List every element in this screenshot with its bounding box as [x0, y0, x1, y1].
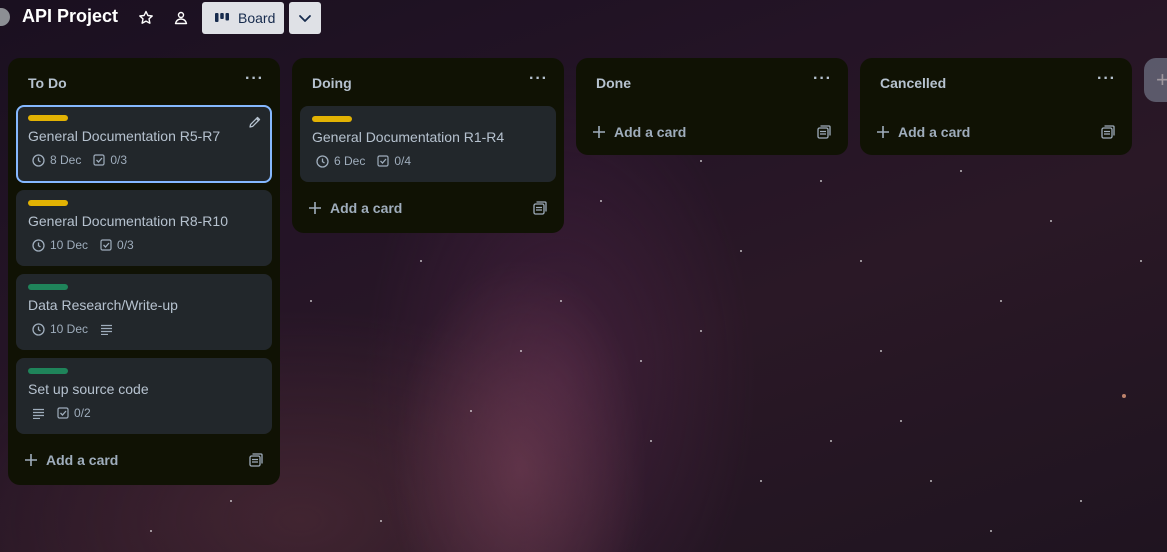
workspace-avatar[interactable]	[0, 8, 10, 26]
add-list-button[interactable]: +	[1144, 58, 1167, 102]
list-title[interactable]: Cancelled	[880, 75, 946, 91]
card-item[interactable]: Data Research/Write-up 10 Dec	[16, 274, 272, 350]
checklist-icon	[93, 154, 105, 166]
list-cancelled: Cancelled ··· Add a card	[860, 58, 1132, 155]
checklist-badge: 0/2	[57, 406, 91, 420]
card-badges: 8 Dec 0/3	[32, 153, 133, 167]
card-title: Set up source code	[28, 381, 149, 397]
card-item[interactable]: Set up source code 0/2	[16, 358, 272, 434]
card-title: General Documentation R5-R7	[28, 128, 221, 144]
card-badges: 6 Dec 0/4	[316, 154, 417, 168]
checklist-count: 0/3	[110, 153, 128, 167]
plus-icon	[308, 201, 322, 215]
list-menu-button[interactable]: ···	[1097, 70, 1116, 88]
add-card-button[interactable]: Add a card	[308, 192, 402, 224]
checklist-badge: 0/3	[100, 238, 134, 252]
card-item[interactable]: General Documentation R1-R4 6 Dec 0/4	[300, 106, 556, 182]
add-card-label: Add a card	[330, 200, 403, 216]
card-template-icon[interactable]	[816, 124, 832, 140]
plus-icon	[876, 125, 890, 139]
add-card-label: Add a card	[46, 452, 119, 468]
due-date-badge[interactable]: 10 Dec	[32, 322, 88, 336]
card-badges: 10 Dec 0/3	[32, 238, 140, 252]
board-view-button[interactable]: Board	[202, 2, 284, 34]
card-template-icon[interactable]	[248, 452, 264, 468]
view-dropdown-button[interactable]	[289, 2, 321, 34]
list-title[interactable]: Doing	[312, 75, 352, 91]
card-title: Data Research/Write-up	[28, 297, 178, 313]
card-label[interactable]	[28, 115, 68, 121]
board-view-label: Board	[238, 10, 276, 26]
card-label[interactable]	[28, 368, 68, 374]
checklist-count: 0/2	[74, 406, 91, 420]
list-header: Doing ···	[292, 58, 564, 106]
edit-icon[interactable]	[248, 115, 262, 129]
checklist-count: 0/3	[117, 238, 134, 252]
checklist-count: 0/4	[394, 154, 412, 168]
list-done: Done ··· Add a card	[576, 58, 848, 155]
card-item[interactable]: General Documentation R5-R7 8 Dec 0/3	[16, 105, 272, 183]
card-template-icon[interactable]	[532, 200, 548, 216]
checklist-icon	[377, 155, 389, 167]
add-card-button[interactable]: Add a card	[24, 444, 118, 476]
list-menu-button[interactable]: ···	[245, 70, 264, 88]
add-card-button[interactable]: Add a card	[876, 116, 970, 148]
checklist-icon	[57, 407, 69, 419]
card-template-icon[interactable]	[1100, 124, 1116, 140]
chevron-down-icon	[297, 10, 313, 26]
add-card-button[interactable]: Add a card	[592, 116, 686, 148]
description-icon	[100, 324, 113, 335]
checklist-badge: 0/4	[377, 154, 411, 168]
card-item[interactable]: General Documentation R8-R10 10 Dec 0/3	[16, 190, 272, 266]
plus-icon	[592, 125, 606, 139]
list-title[interactable]: To Do	[28, 75, 67, 91]
list-menu-button[interactable]: ···	[813, 70, 832, 88]
list-doing: Doing ··· General Documentation R1-R4 6 …	[292, 58, 564, 233]
due-date-badge[interactable]: 8 Dec	[32, 153, 81, 167]
clock-icon	[316, 154, 329, 168]
list-header: Done ···	[576, 58, 848, 106]
board-view-icon	[214, 11, 230, 25]
plus-icon	[24, 453, 38, 467]
card-title: General Documentation R8-R10	[28, 213, 228, 229]
board-title[interactable]: API Project	[22, 6, 118, 27]
card-badges: 10 Dec	[32, 322, 119, 336]
list-title[interactable]: Done	[596, 75, 631, 91]
board-header: API Project Board	[0, 0, 1167, 40]
due-date-badge[interactable]: 6 Dec	[316, 154, 365, 168]
add-card-label: Add a card	[614, 124, 687, 140]
checklist-icon	[100, 239, 112, 251]
add-card-label: Add a card	[898, 124, 971, 140]
due-date-text: 6 Dec	[334, 154, 366, 168]
card-label[interactable]	[28, 284, 68, 290]
clock-icon	[32, 238, 45, 252]
checklist-badge: 0/3	[93, 153, 127, 167]
description-icon	[32, 408, 45, 419]
list-to-do: To Do ··· General Documentation R5-R7 8 …	[8, 58, 280, 485]
team-icon[interactable]	[171, 8, 191, 28]
due-date-text: 10 Dec	[50, 238, 89, 252]
card-label[interactable]	[28, 200, 68, 206]
list-header: Cancelled ···	[860, 58, 1132, 106]
card-title: General Documentation R1-R4	[312, 129, 505, 145]
due-date-text: 8 Dec	[50, 153, 82, 167]
clock-icon	[32, 153, 45, 167]
list-menu-button[interactable]: ···	[529, 70, 548, 88]
due-date-badge[interactable]: 10 Dec	[32, 238, 88, 252]
card-badges: 0/2	[32, 406, 97, 420]
card-label[interactable]	[312, 116, 352, 122]
list-header: To Do ···	[8, 58, 280, 106]
star-icon[interactable]	[136, 8, 156, 28]
due-date-text: 10 Dec	[50, 322, 89, 336]
clock-icon	[32, 322, 45, 336]
